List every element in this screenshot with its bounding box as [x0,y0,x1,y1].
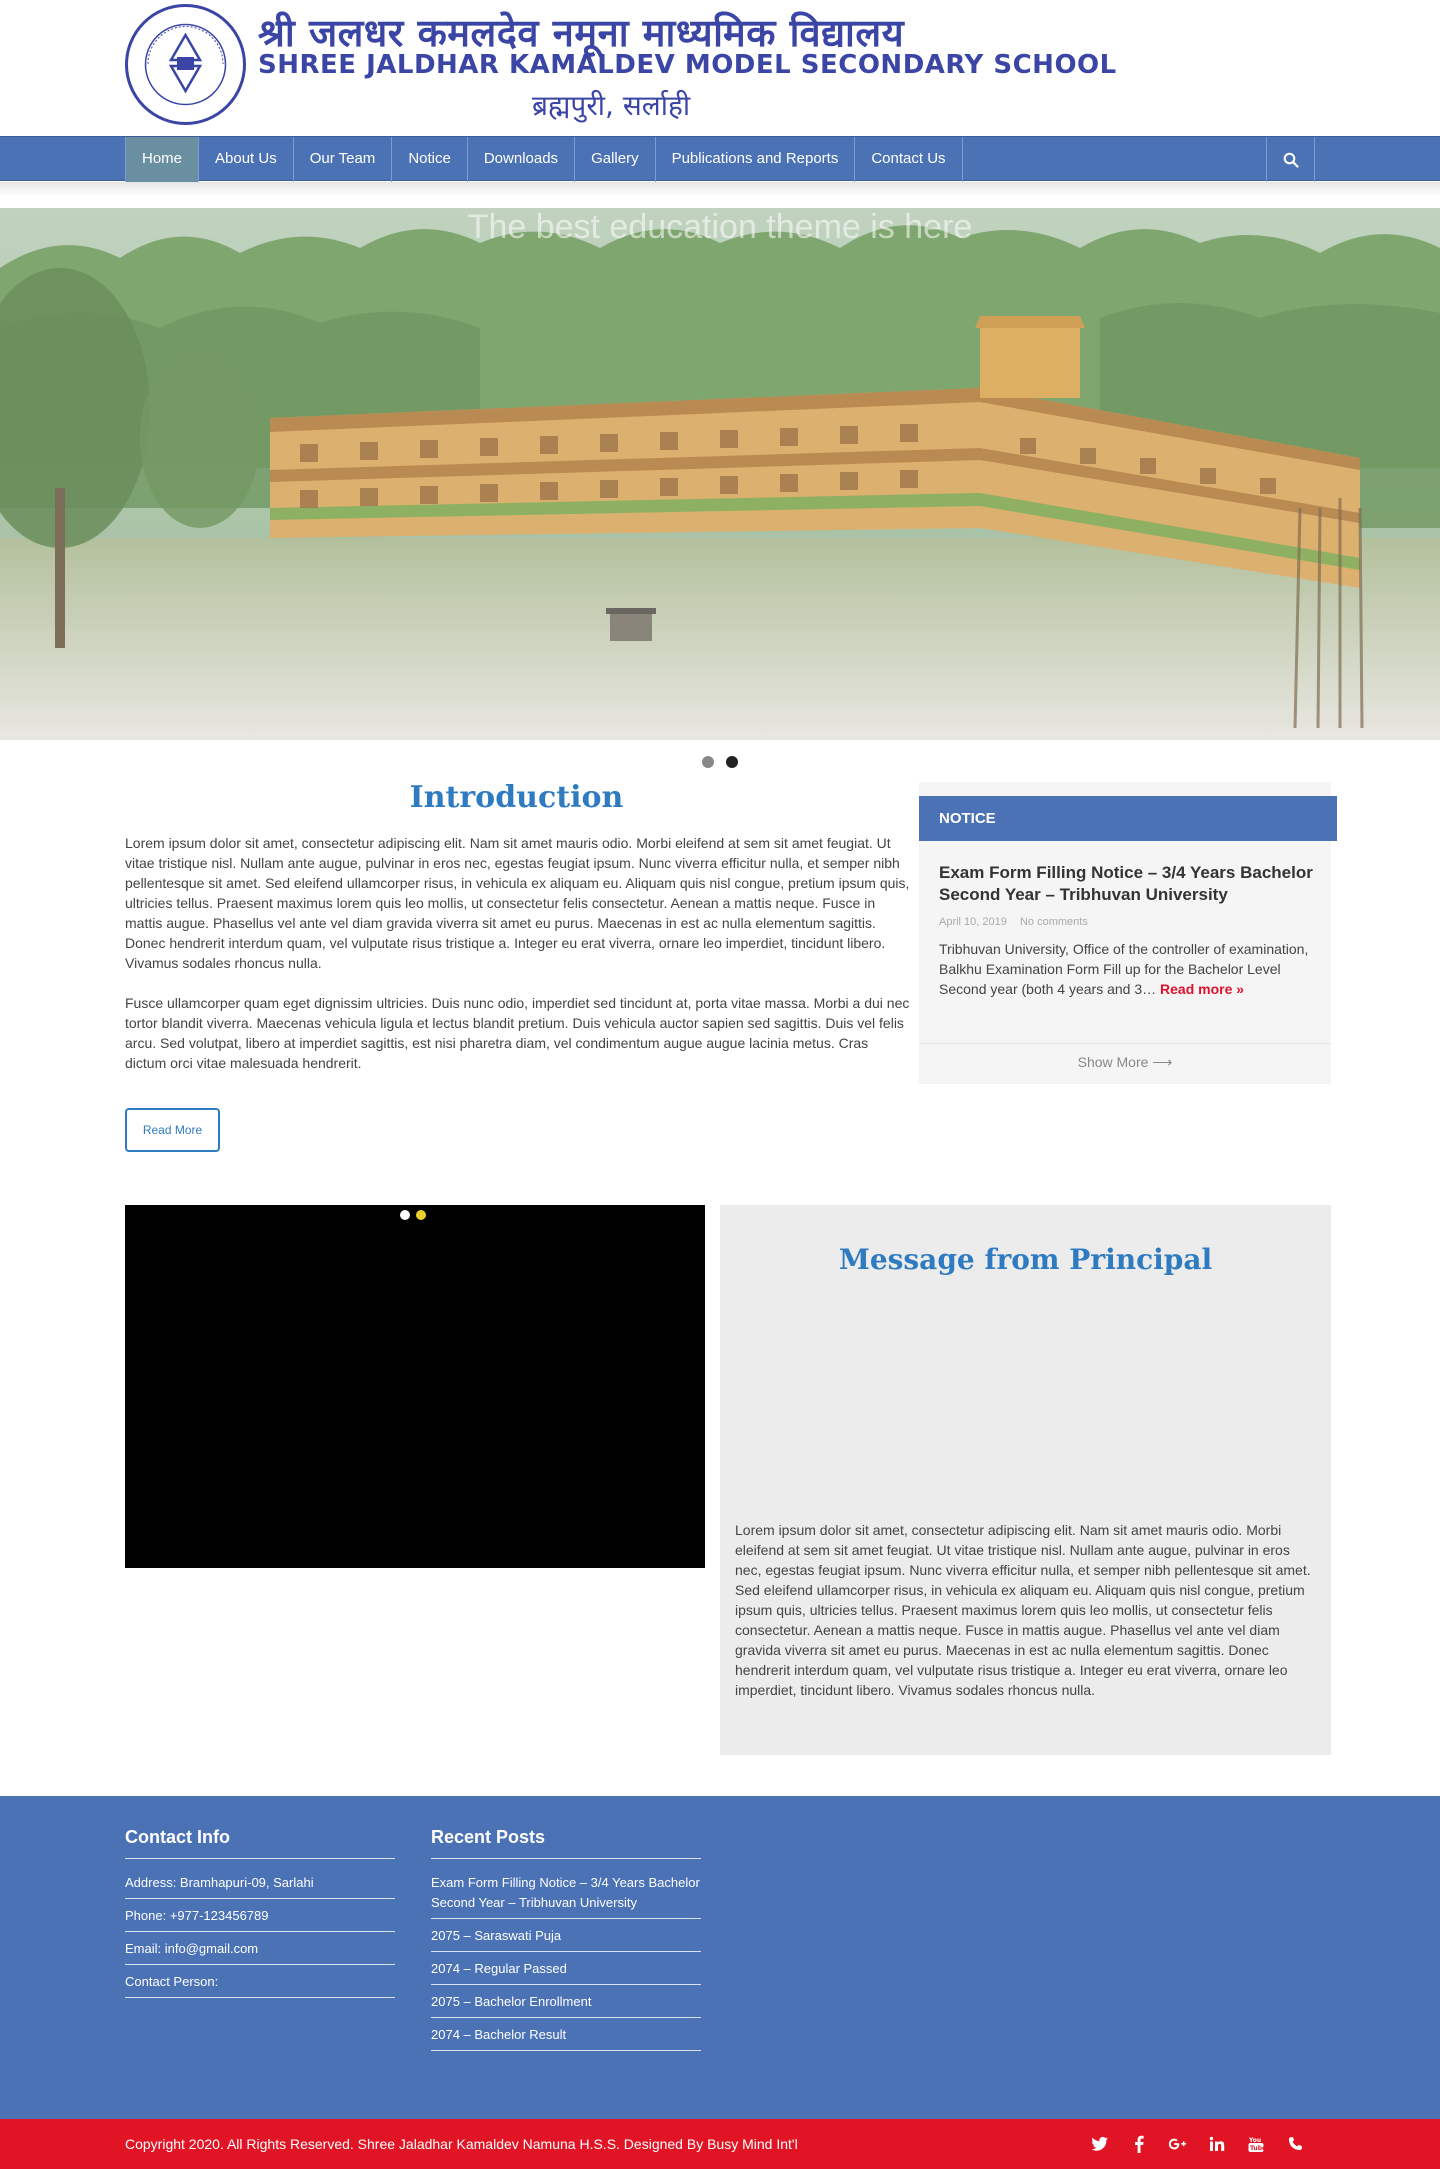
footer-recent-post[interactable]: 2075 – Bachelor Enrollment [431,1992,701,2018]
video-slider-dots [400,1210,426,1220]
footer-contact-email[interactable]: Email: info@gmail.com [125,1939,395,1965]
nav-item-notice[interactable]: Notice [391,137,467,182]
notice-post-excerpt: Tribhuvan University, Office of the cont… [939,939,1324,999]
nav-item-contact-us[interactable]: Contact Us [854,137,963,182]
hero-tagline: The best education theme is here [467,208,973,246]
twitter-icon[interactable] [1090,2135,1109,2154]
notice-read-more-link[interactable]: Read more » [1160,981,1244,997]
footer-recent-post[interactable]: 2074 – Regular Passed [431,1959,701,1985]
social-links: YouTube [1090,2119,1304,2169]
school-title-english: SHREE JALDHAR KAMALDEV MODEL SECONDARY S… [258,50,1117,80]
main-navbar: Home About Us Our Team Notice Downloads … [0,136,1440,182]
notice-post-date: April 10, 2019 [939,916,1007,928]
notice-show-more-link[interactable]: Show More ⟶ [919,1054,1331,1071]
footer-recent-heading: Recent Posts [431,1827,701,1859]
search-button[interactable] [1266,137,1315,182]
hero-slider-dots [702,756,738,768]
notice-post-meta: April 10, 2019 No comments [939,916,1088,928]
svg-text:Tube: Tube [1250,2145,1264,2152]
copyright-bar: Copyright 2020. All Rights Reserved. Shr… [0,2119,1440,2169]
footer-contact-list: Address: Bramhapuri-09, Sarlahi Phone: +… [125,1873,395,1998]
video-dot-2[interactable] [416,1210,426,1220]
nav-shadow [0,182,1440,196]
video-dot-1[interactable] [400,1210,410,1220]
introduction-paragraph-1: Lorem ipsum dolor sit amet, consectetur … [125,835,910,971]
notice-heading: NOTICE [919,796,1337,841]
notice-post-comments[interactable]: No comments [1020,916,1088,928]
hero-slider[interactable]: The best education theme is here [0,208,1440,740]
slider-dot-2[interactable] [726,756,738,768]
video-slider[interactable] [125,1205,705,1568]
introduction-paragraph-2: Fusce ullamcorper quam eget dignissim ul… [125,995,910,1071]
footer-contact-address: Address: Bramhapuri-09, Sarlahi [125,1873,395,1899]
introduction-text: Lorem ipsum dolor sit amet, consectetur … [125,833,910,1093]
nav-item-our-team[interactable]: Our Team [292,137,392,182]
linkedin-icon[interactable] [1207,2135,1226,2154]
introduction-heading: Introduction [409,780,624,815]
slider-dot-1[interactable] [702,756,714,768]
footer-contact-heading: Contact Info [125,1827,395,1859]
footer-recent-post[interactable]: 2074 – Bachelor Result [431,2025,701,2051]
principal-message-section: Message from Principal Lorem ipsum dolor… [720,1205,1331,1755]
school-logo[interactable] [125,4,246,125]
footer-recent-post[interactable]: Exam Form Filling Notice – 3/4 Years Bac… [431,1873,701,1919]
google-plus-icon[interactable] [1168,2135,1187,2154]
nav-item-home[interactable]: Home [125,137,199,182]
facebook-icon[interactable] [1129,2135,1148,2154]
youtube-icon[interactable]: YouTube [1246,2135,1265,2154]
nav-item-about-us[interactable]: About Us [198,137,293,182]
footer-contact-phone[interactable]: Phone: +977-123456789 [125,1906,395,1932]
site-header: श्री जलधर कमलदेव नमूना माध्यमिक विद्यालय… [0,0,1440,136]
principal-message-text: Lorem ipsum dolor sit amet, consectetur … [735,1522,1311,1698]
nav-item-gallery[interactable]: Gallery [574,137,655,182]
nav-item-publications[interactable]: Publications and Reports [654,137,855,182]
logo-emblem-icon [144,23,227,106]
notice-divider [919,1043,1331,1044]
site-footer: Contact Info Address: Bramhapuri-09, Sar… [0,1796,1440,2119]
notice-excerpt-text: Tribhuvan University, Office of the cont… [939,941,1309,997]
footer-recent-post[interactable]: 2075 – Saraswati Puja [431,1926,701,1952]
school-building-photo [0,208,1440,740]
intro-read-more-button[interactable]: Read More [125,1108,220,1152]
phone-icon[interactable] [1285,2135,1304,2154]
principal-message-heading: Message from Principal [838,1243,1213,1276]
footer-contact-person: Contact Person: [125,1972,395,1998]
nav-item-downloads[interactable]: Downloads [466,137,574,182]
search-icon [1283,152,1299,168]
svg-text:You: You [1248,2137,1261,2144]
copyright-text: Copyright 2020. All Rights Reserved. Shr… [125,2136,798,2152]
nav-menu: Home About Us Our Team Notice Downloads … [125,137,963,182]
footer-contact-info: Contact Info Address: Bramhapuri-09, Sar… [125,1827,395,2005]
footer-recent-posts: Recent Posts Exam Form Filling Notice – … [431,1827,701,2058]
footer-recent-list: Exam Form Filling Notice – 3/4 Years Bac… [431,1873,701,2051]
notice-widget: NOTICE Exam Form Filling Notice – 3/4 Ye… [919,782,1337,1084]
notice-post-title[interactable]: Exam Form Filling Notice – 3/4 Years Bac… [939,862,1324,906]
school-location: ब्रह्मपुरी, सर्लाही [532,89,691,122]
